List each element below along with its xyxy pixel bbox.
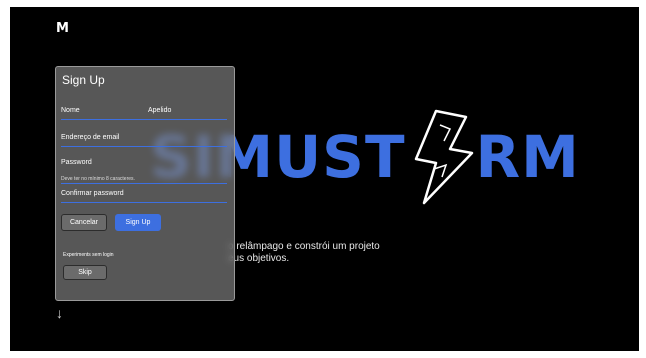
name-fields-row[interactable]: Nome Apelido	[61, 107, 227, 120]
tagline-line-2: eus objetivos.	[228, 253, 290, 264]
confirm-password-label: Confirmar password	[61, 190, 124, 197]
app-screen: M SIMU ST RM o relâmpago e constrói um p…	[10, 7, 639, 351]
modal-title: Sign Up	[62, 73, 105, 87]
email-field[interactable]: Endereço de email	[61, 134, 227, 147]
brand-logo[interactable]: M	[56, 21, 69, 36]
lightning-bolt-icon	[406, 107, 478, 207]
first-name-field[interactable]: Nome	[61, 107, 80, 114]
skip-button[interactable]: Skip	[63, 265, 107, 280]
scroll-down-arrow-icon[interactable]: ↓	[56, 305, 63, 321]
password-field-label: Password	[61, 159, 92, 166]
signup-button[interactable]: Sign Up	[115, 214, 161, 231]
hero-text-right: RM	[475, 123, 580, 191]
tagline-line-1: o relâmpago e constrói um projeto	[228, 241, 380, 252]
password-hint: Deve ter no mínimo 8 caracteres.	[61, 176, 135, 182]
hero-text-middle: ST	[322, 123, 406, 191]
experiments-label: Experiments sem login	[63, 252, 114, 258]
cancel-button[interactable]: Cancelar	[61, 214, 107, 231]
confirm-password-field[interactable]: Confirmar password	[61, 190, 227, 203]
signup-modal: Sign Up Nome Apelido Endereço de email P…	[55, 66, 235, 301]
last-name-field[interactable]: Apelido	[148, 107, 171, 114]
email-field-label: Endereço de email	[61, 134, 120, 141]
tagline: o relâmpago e constrói um projeto eus ob…	[228, 241, 380, 265]
